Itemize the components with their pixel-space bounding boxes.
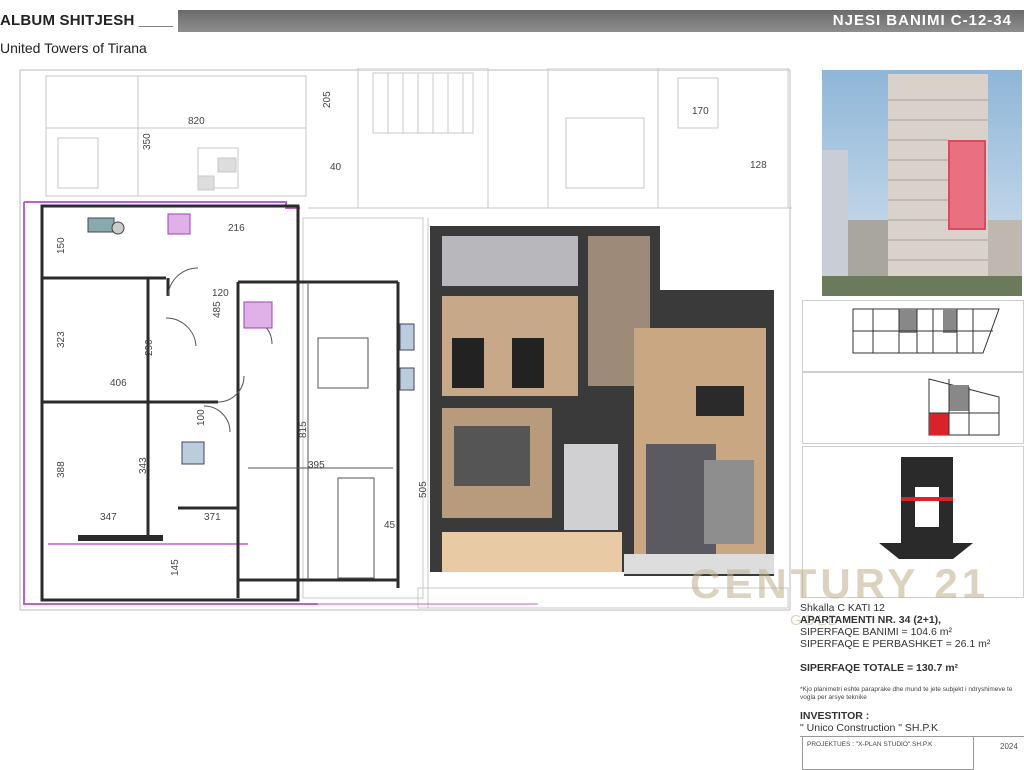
dim-label: 815 (298, 421, 309, 438)
investor-label: INVESTITOR : (800, 710, 870, 722)
dim-label: 485 (212, 301, 223, 318)
dim-label: 290 (144, 339, 155, 356)
building-render-photo (822, 70, 1022, 296)
dim-label: 45 (384, 520, 396, 531)
floor-plan-drawing: 820 350 205 216 150 120 485 323 290 406 … (19, 68, 792, 611)
unit-title-bar: NJESI BANIMI C-12-34 (178, 10, 1024, 32)
dim-label: 120 (212, 288, 229, 299)
dim-label: 323 (56, 331, 67, 348)
dim-label: 145 (170, 559, 181, 576)
apartment-3d-render (430, 226, 774, 576)
dim-label: 350 (142, 133, 153, 150)
unit-walls (40, 204, 400, 602)
designer-name: PROJEKTUES : "X-PLAN STUDIO" SH.P.K (807, 741, 933, 748)
living-area: SIPERFAQE BANIMI = 104.6 m² (800, 626, 953, 638)
kitchen-appliances (87, 213, 415, 465)
album-title: ALBUM SHITJESH ____ (0, 12, 174, 29)
dim-label: 128 (750, 160, 767, 171)
dim-label: 347 (100, 512, 117, 523)
dim-label: 150 (56, 237, 67, 254)
floor-label: Shkalla C KATI 12 (800, 602, 886, 614)
page-number: 2024 (1000, 742, 1018, 751)
key-plan-floor (802, 300, 1024, 372)
project-name: United Towers of Tirana (0, 40, 147, 56)
investor-name: " Unico Construction " SH.P.K (800, 722, 1024, 737)
dim-label: 40 (330, 162, 342, 173)
common-area: SIPERFAQE E PERBASHKET = 26.1 m² (800, 638, 991, 650)
dim-label: 205 (322, 91, 333, 108)
disclaimer-note: *Kjo planimetri eshte paraprake dhe mund… (800, 686, 1013, 701)
dim-label: 100 (196, 409, 207, 426)
designer-box: PROJEKTUES : "X-PLAN STUDIO" SH.P.K (802, 736, 974, 770)
dim-label: 820 (188, 116, 205, 127)
key-plan-unit (802, 372, 1024, 444)
dim-label: 406 (110, 378, 127, 389)
dim-label: 388 (56, 461, 67, 478)
dim-label: 395 (308, 460, 325, 471)
unit-title: NJESI BANIMI C-12-34 (832, 12, 1012, 29)
dim-label: 371 (204, 512, 221, 523)
apartment-label: APARTAMENTI NR. 34 (2+1), (800, 614, 942, 626)
dim-label: 343 (138, 457, 149, 474)
total-area: SIPERFAQE TOTALE = 130.7 m² (800, 662, 959, 674)
dim-label: 170 (692, 106, 709, 117)
dim-label: 216 (228, 223, 245, 234)
dim-label: 505 (418, 481, 429, 498)
